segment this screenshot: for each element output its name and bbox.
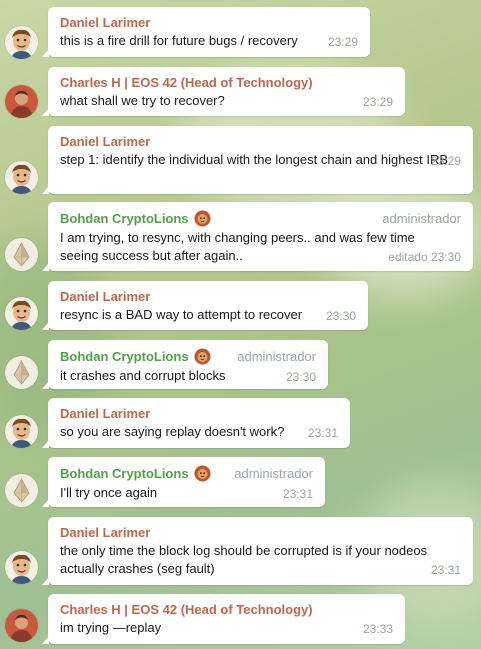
lion-icon (193, 465, 211, 482)
message-time: 23:30 (325, 309, 356, 323)
admin-role-label: administrador (234, 466, 313, 481)
message-bubble[interactable]: Charles H | EOS 42 (Head of Technology) … (42, 67, 405, 116)
sender-name[interactable]: Charles H | EOS 42 (Head of Technology) (60, 75, 313, 90)
message-time: 23:31 (282, 487, 313, 501)
admin-role-label: administrador (382, 211, 461, 226)
sender-name[interactable]: Bohdan CryptoLions (60, 466, 189, 481)
sender-name[interactable]: Daniel Larimer (60, 525, 150, 540)
lion-icon (193, 210, 211, 227)
message-bubble[interactable]: Daniel Larimer the only time the block l… (42, 517, 473, 585)
avatar-charles-h[interactable] (5, 609, 38, 642)
sender-name[interactable]: Bohdan CryptoLions (60, 211, 189, 226)
message-time: 23:29 (327, 35, 358, 49)
message-text: it crashes and corrupt blocks (60, 368, 226, 383)
avatar-bohdan-cryptolions[interactable] (5, 356, 38, 389)
avatar-daniel-larimer[interactable] (5, 26, 38, 59)
message-text: this is a fire drill for future bugs / r… (60, 33, 298, 48)
message-time: 23:30 (285, 370, 316, 384)
message-text: im trying —replay (60, 620, 162, 635)
message-text: resync is a BAD way to attempt to recove… (60, 307, 303, 322)
avatar-daniel-larimer[interactable] (5, 297, 38, 330)
message-bubble[interactable]: Daniel Larimer this is a fire drill for … (42, 7, 370, 57)
admin-role-label: administrador (237, 349, 316, 364)
avatar-daniel-larimer[interactable] (5, 415, 38, 448)
lion-icon (193, 348, 211, 365)
sender-name[interactable]: Daniel Larimer (60, 406, 150, 421)
message-time: 23:29 (362, 95, 393, 109)
message-text: so you are saying replay doesn't work? (60, 424, 285, 439)
message-bubble[interactable]: Bohdan CryptoLions administrador I'll tr… (42, 457, 325, 507)
avatar-bohdan-cryptolions[interactable] (5, 474, 38, 507)
sender-name[interactable]: Charles H | EOS 42 (Head of Technology) (60, 602, 313, 617)
message-time: 23:31 (307, 426, 338, 440)
message-text: I'll try once again (60, 485, 158, 500)
sender-name[interactable]: Daniel Larimer (60, 134, 150, 149)
avatar-daniel-larimer[interactable] (5, 161, 38, 194)
message-text: step 1: identify the individual with the… (60, 152, 449, 167)
avatar-charles-h[interactable] (5, 85, 38, 118)
sender-name[interactable]: Bohdan CryptoLions (60, 349, 189, 364)
sender-name[interactable]: Daniel Larimer (60, 15, 150, 30)
chat-history: Daniel Larimer this is a fire drill for … (0, 0, 481, 649)
message-bubble[interactable]: Bohdan CryptoLions administrador it cras… (42, 340, 328, 389)
message-bubble[interactable]: Bohdan CryptoLions administrador I am tr… (42, 202, 473, 271)
message-text: what shall we try to recover? (60, 93, 225, 108)
message-bubble[interactable]: Daniel Larimer so you are saying replay … (42, 398, 350, 448)
message-bubble[interactable]: Daniel Larimer step 1: identify the indi… (42, 126, 473, 194)
avatar-daniel-larimer[interactable] (5, 551, 38, 584)
message-time: 23:33 (362, 622, 393, 636)
message-bubble[interactable]: Charles H | EOS 42 (Head of Technology) … (42, 594, 405, 644)
sender-name[interactable]: Daniel Larimer (60, 289, 150, 304)
avatar-bohdan-cryptolions[interactable] (5, 238, 38, 271)
message-bubble[interactable]: Daniel Larimer resync is a BAD way to at… (42, 281, 368, 330)
